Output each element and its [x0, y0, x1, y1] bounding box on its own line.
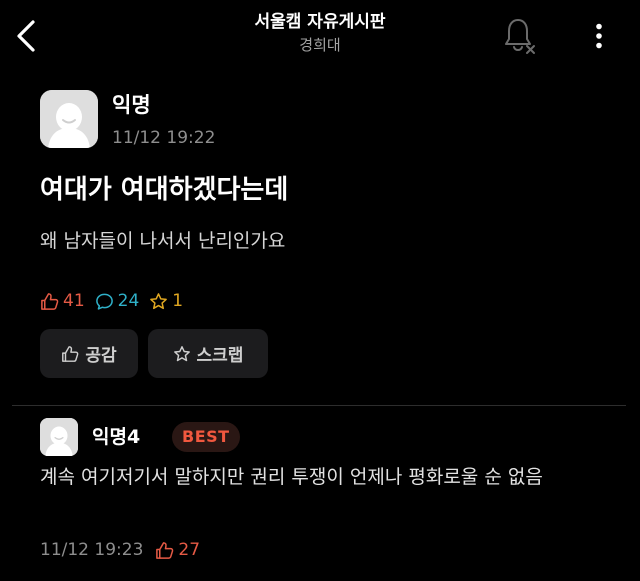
- comment-count: 24: [95, 291, 140, 311]
- board-title: 서울캠 자유게시판: [254, 12, 386, 32]
- post-body: 왜 남자들이 나서서 난리인가요: [40, 230, 286, 252]
- like-count-value: 41: [63, 291, 85, 311]
- like-button-label: 공감: [85, 346, 117, 366]
- comment-item: 익명4 BEST 계속 여기저기서 말하지만 권리 투쟁이 언제나 평화로울 순…: [40, 418, 620, 578]
- post-stats: 41 24 1: [40, 288, 193, 314]
- comment-timestamp: 11/12 19:23: [40, 540, 144, 560]
- comment-meta: 11/12 19:23 27: [40, 536, 200, 564]
- post-timestamp: 11/12 19:22: [112, 128, 216, 148]
- comment-like-count: 27: [155, 540, 200, 560]
- post-actions: 공감 스크랩: [40, 329, 268, 378]
- avatar: [40, 418, 78, 456]
- comment-author-name: 익명4: [92, 426, 141, 448]
- scrap-count-value: 1: [172, 291, 184, 311]
- more-options-button[interactable]: [582, 16, 616, 56]
- notification-button[interactable]: [500, 16, 540, 56]
- thumbs-up-icon: [62, 345, 79, 362]
- comment-count-value: 24: [117, 291, 140, 311]
- scrap-button-label: 스크랩: [196, 346, 244, 366]
- best-badge: BEST: [172, 422, 240, 452]
- like-count: 41: [40, 291, 85, 311]
- default-profile-icon: [40, 418, 78, 456]
- comment-text: 계속 여기저기서 말하지만 권리 투쟁이 언제나 평화로울 순 없음: [40, 466, 543, 488]
- back-button[interactable]: [8, 14, 44, 58]
- like-button[interactable]: 공감: [40, 329, 138, 378]
- scrap-count: 1: [149, 291, 183, 311]
- star-icon: [150, 292, 168, 309]
- scrap-button[interactable]: 스크랩: [148, 329, 268, 378]
- more-vertical-icon: [596, 23, 602, 49]
- top-bar: 서울캠 자유게시판 경희대: [0, 0, 640, 72]
- avatar: [40, 90, 98, 148]
- comment-like-value: 27: [178, 540, 201, 560]
- board-title-group: 서울캠 자유게시판 경희대: [170, 10, 470, 56]
- divider: [12, 405, 626, 406]
- star-icon: [173, 345, 190, 361]
- thumbs-up-icon: [156, 541, 174, 559]
- post-title: 여대가 여대하겠다는데: [40, 175, 289, 205]
- speech-bubble-icon: [95, 293, 113, 310]
- default-profile-icon: [40, 90, 98, 148]
- bell-off-icon: [505, 19, 535, 54]
- school-name: 경희대: [299, 36, 341, 54]
- author-name: 익명: [112, 93, 151, 117]
- thumbs-up-icon: [41, 292, 59, 310]
- chevron-left-icon: [17, 20, 35, 52]
- post-author-block: 익명 11/12 19:22: [40, 90, 440, 150]
